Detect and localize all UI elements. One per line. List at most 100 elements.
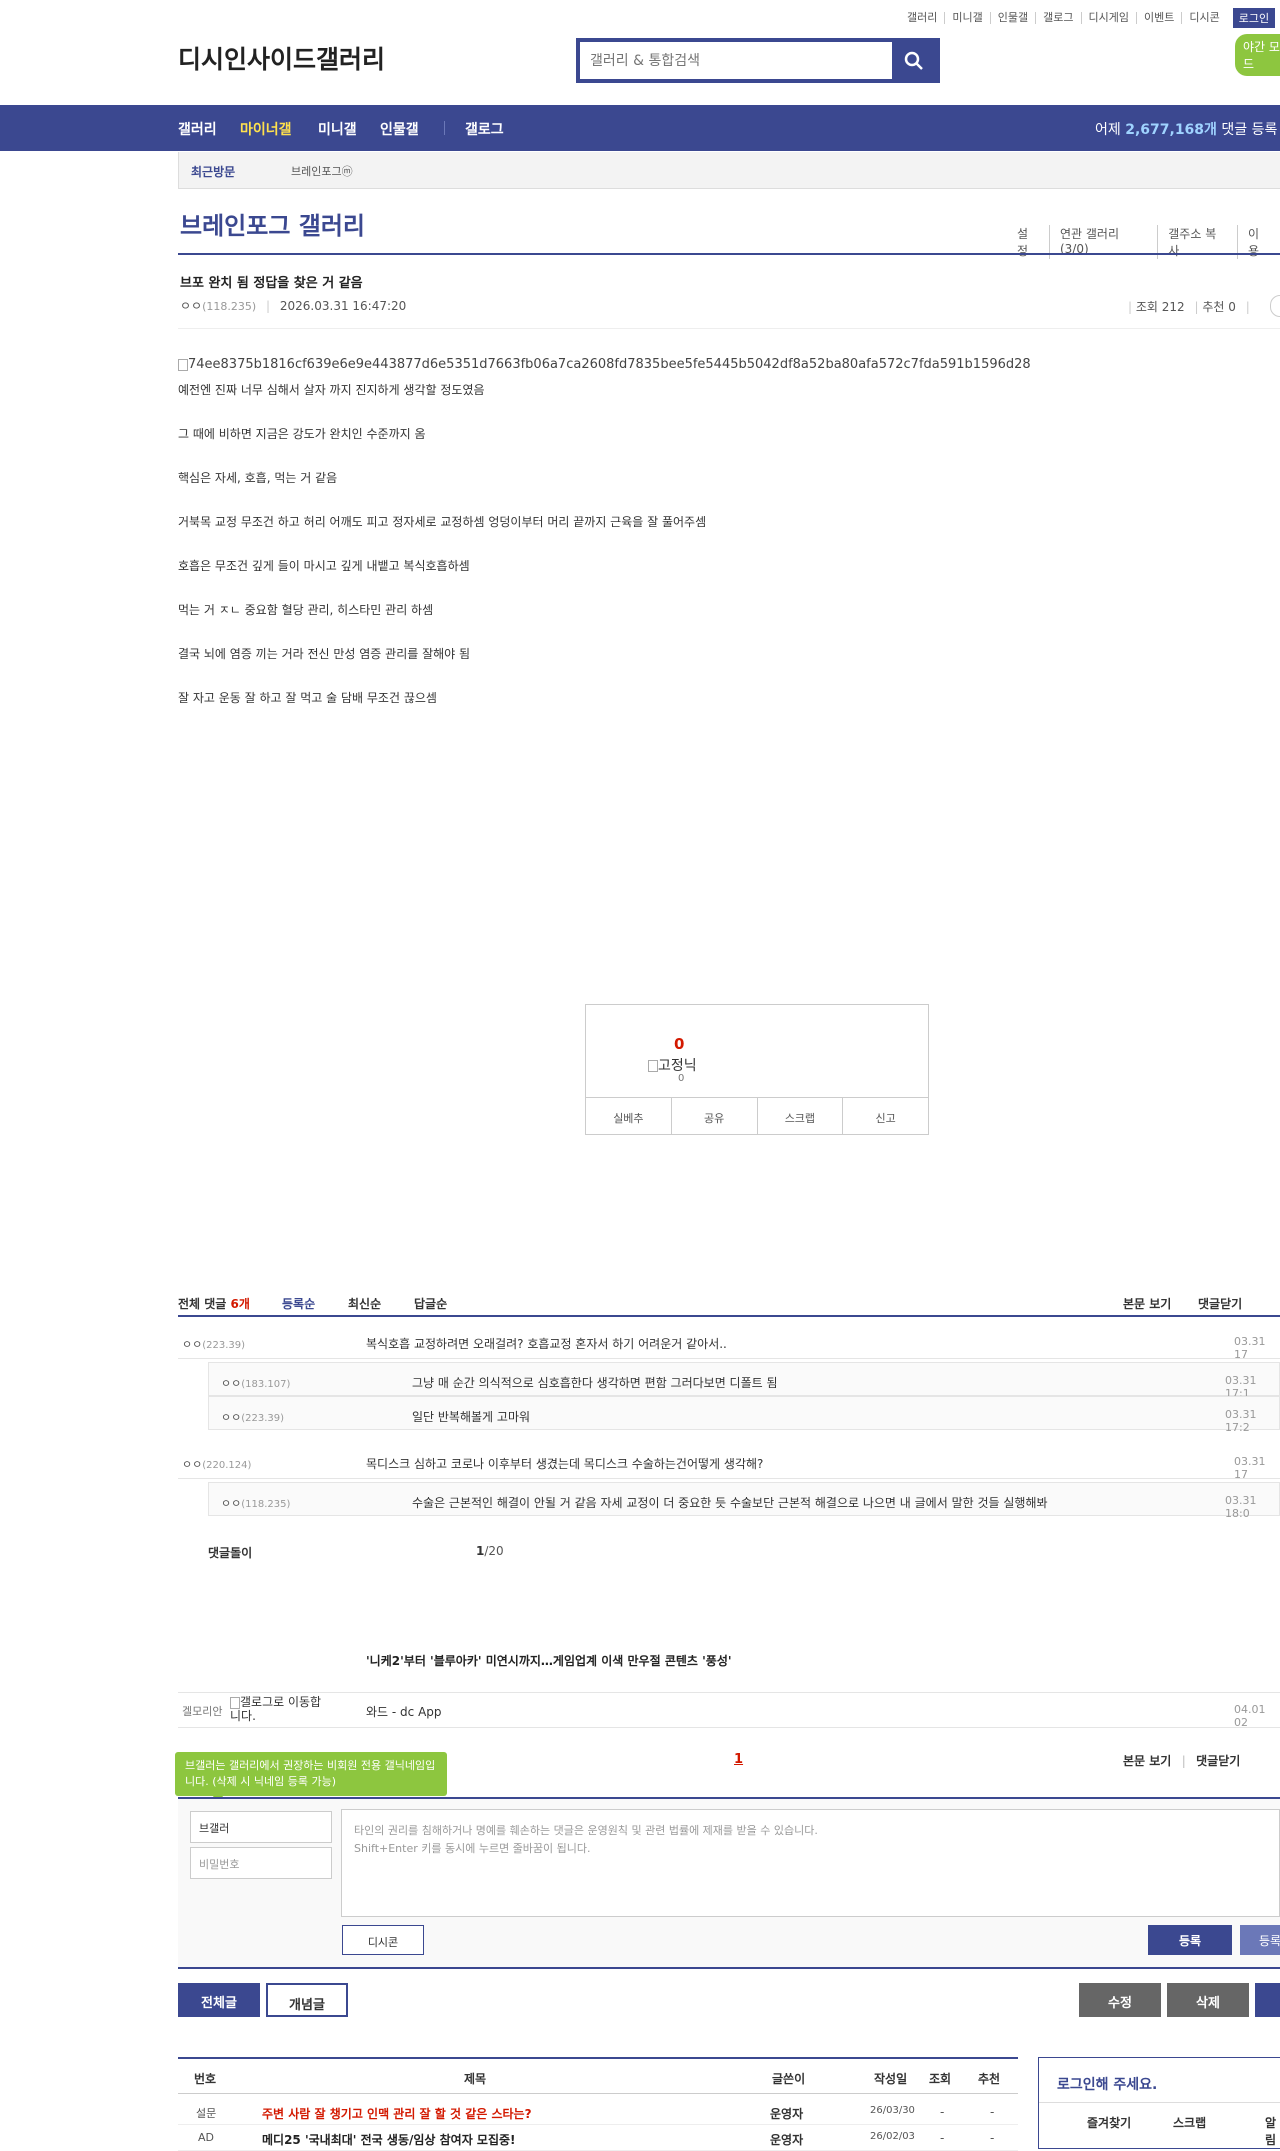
dory-date: 04.01 02 <box>1234 1703 1266 1729</box>
post-line: 결국 뇌에 염증 끼는 거라 전신 만성 염증 관리를 잘해야 됨 <box>178 647 471 661</box>
nav-person-gallery[interactable]: 인물갤 <box>380 119 419 139</box>
dory-text: 와드 - dc App <box>366 1705 442 1719</box>
comment-total-count: 6개 <box>230 1297 250 1311</box>
post-list-header: 번호 제목 글쓴이 작성일 조회 추천 <box>178 2064 1018 2094</box>
post-list-row[interactable]: 설문 주변 사람 잘 챙기고 인맥 관리 잘 할 것 같은 스타는? 운영자 2… <box>178 2099 1018 2125</box>
search-icon <box>904 51 923 70</box>
row-writer[interactable]: 운영자 <box>770 2131 803 2148</box>
comment-jump-button[interactable] <box>1270 295 1280 317</box>
util-link-minigall[interactable]: 미니갤 <box>944 12 989 24</box>
recent-gallery-link[interactable]: 브레인포그ⓜ <box>291 163 353 179</box>
close-comments-link-bottom[interactable]: 댓글닫기 <box>1196 1754 1240 1768</box>
comment-dory-label: 댓글돌이 <box>208 1546 253 1560</box>
delete-button[interactable]: 삭제 <box>1167 1983 1249 2017</box>
row-date: 26/03/30 <box>870 2105 915 2116</box>
comment-text: 복식호흡 교정하려면 오래걸려? 호흡교정 혼자서 하기 어려운거 같아서.. <box>366 1337 727 1351</box>
fixed-nick-alt: 고정닉 <box>658 1058 697 1074</box>
comment-textarea[interactable]: 타인의 권리를 침해하거나 명예를 훼손하는 댓글은 운영원칙 및 관련 법률에… <box>341 1809 1280 1917</box>
view-body-link[interactable]: 본문 보기 <box>1123 1295 1171 1312</box>
util-link-gallog[interactable]: 갤로그 <box>1035 12 1080 24</box>
gallog-icon[interactable]: 갤로그로 이동합니다. <box>230 1695 330 1723</box>
report-button[interactable]: 신고 <box>842 1098 928 1135</box>
comment-text: 그냥 매 순간 의식적으로 심호흡한다 생각하면 편함 그러다보면 디폴트 됨 <box>412 1376 778 1390</box>
password-field[interactable]: 비밀번호 <box>190 1847 332 1879</box>
view-body-link-bottom[interactable]: 본문 보기 <box>1123 1754 1171 1768</box>
post-author-ip: (118.235) <box>202 300 257 313</box>
register-button[interactable]: 등록 <box>1148 1925 1232 1955</box>
stat-suffix: 댓글 등록 <box>1221 122 1278 138</box>
comment-total-label: 전체 댓글 <box>178 1297 227 1311</box>
comment-date: 03.31 18:0 <box>1225 1494 1257 1520</box>
comment-nick[interactable]: ㅇㅇ(118.235) <box>221 1495 290 1511</box>
col-date: 작성일 <box>874 2072 908 2086</box>
fixed-nick-count: 0 <box>678 1073 685 1084</box>
nav-gallog[interactable]: 갤로그 <box>465 119 504 139</box>
fixed-nick-image[interactable]: 고정닉 <box>648 1055 697 1075</box>
login-prompt[interactable]: 로그인해 주세요. <box>1057 2074 1157 2094</box>
util-link-dccon[interactable]: 디시콘 <box>1181 12 1226 24</box>
util-link-dcgame[interactable]: 디시게임 <box>1080 12 1136 24</box>
gallery-title[interactable]: 브레인포그 갤러리 <box>180 206 365 241</box>
comment-nick[interactable]: ㅇㅇ(183.107) <box>221 1375 290 1391</box>
nickname-tooltip: 브갤러는 갤러리에서 권장하는 비회원 전용 갤닉네임입니다. (삭제 시 닉네… <box>175 1752 447 1796</box>
comment-nick[interactable]: ㅇㅇ(223.39) <box>182 1336 245 1352</box>
dccon-button[interactable]: 디시콘 <box>342 1925 424 1955</box>
comment-stat: 어제 2,677,168개 댓글 등록 <box>1095 119 1277 139</box>
col-writer: 글쓴이 <box>772 2072 806 2086</box>
util-link-gallery[interactable]: 갤러리 <box>900 12 944 24</box>
row-writer[interactable]: 운영자 <box>770 2105 803 2122</box>
row-recommend: - <box>990 2131 995 2145</box>
nav-gallery[interactable]: 갤러리 <box>178 119 217 139</box>
row-number: AD <box>198 2131 214 2144</box>
sort-replies[interactable]: 답글순 <box>414 1295 447 1312</box>
search-button[interactable] <box>892 42 936 79</box>
news-link[interactable]: '니케2'부터 '블루아카' 미연시까지…게임업계 이색 만우절 콘텐츠 '풍성… <box>366 1652 732 1669</box>
post-image: 74ee8375b1816cf639e6e9e443877d6e5351d766… <box>178 357 1031 381</box>
comment-date: 03.31 17 <box>1234 1335 1266 1361</box>
nickname-field[interactable]: 브갤러 <box>190 1811 332 1843</box>
night-mode-toggle[interactable]: 야간 모드 <box>1235 34 1280 76</box>
main-nav: 갤러리 마이너갤 미니갤 인물갤 갤로그 어제 2,677,168개 댓글 등록 <box>0 105 1280 151</box>
write-button[interactable] <box>1255 1983 1280 2017</box>
post-views: 조회 212 <box>1135 300 1185 314</box>
sort-registered[interactable]: 등록순 <box>282 1295 315 1312</box>
comment-text: 수술은 근본적인 해결이 안될 거 같음 자세 교정이 더 중요한 듯 수술보단… <box>412 1496 1048 1510</box>
share-button[interactable]: 공유 <box>670 1098 757 1135</box>
alarm-button[interactable]: 알림 <box>1265 2114 1280 2148</box>
nav-mini-gallery[interactable]: 미니갤 <box>318 119 357 139</box>
reply-row: ㅇㅇ(223.39) 일단 반복해볼게 고마워 03.31 17:2 <box>208 1396 1280 1434</box>
favorites-button[interactable]: 즐겨찾기 <box>1087 2114 1131 2131</box>
dory-nick[interactable]: 겔모리안 <box>182 1703 222 1719</box>
row-title[interactable]: 메디25 '국내최대' 전국 생동/임상 참여자 모집중! <box>262 2131 516 2148</box>
textarea-hint-2: Shift+Enter 키를 동시에 누르면 줄바꿈이 됩니다. <box>354 1842 591 1855</box>
comment-nick[interactable]: ㅇㅇ(220.124) <box>182 1456 251 1472</box>
edit-button[interactable]: 수정 <box>1079 1983 1161 2017</box>
util-link-event[interactable]: 이벤트 <box>1135 12 1181 24</box>
login-box: 로그인해 주세요. 즐겨찾기 스크랩 알림 <box>1038 2057 1280 2149</box>
all-posts-button[interactable]: 전체글 <box>178 1983 260 2017</box>
title-rule <box>178 253 1280 255</box>
post-date: 2026.03.31 16:47:20 <box>279 299 407 313</box>
search-box <box>576 38 940 83</box>
scrap-list-button[interactable]: 스크랩 <box>1173 2114 1206 2131</box>
recommend-actions: 실베추 공유 스크랩 신고 <box>586 1097 928 1135</box>
util-link-person[interactable]: 인물갤 <box>989 12 1035 24</box>
real-best-button[interactable]: 실베추 <box>586 1098 671 1135</box>
reply-row: ㅇㅇ(118.235) 수술은 근본적인 해결이 안될 거 같음 자세 교정이 … <box>208 1482 1280 1520</box>
comment-nick[interactable]: ㅇㅇ(223.39) <box>221 1409 284 1425</box>
register-recommend-button[interactable]: 등록 <box>1240 1925 1280 1955</box>
post-recommend: 추천 0 <box>1202 300 1236 314</box>
scrap-button[interactable]: 스크랩 <box>756 1098 843 1135</box>
post-author[interactable]: ㅇㅇ <box>180 299 202 313</box>
login-button[interactable]: 로그인 <box>1232 8 1276 28</box>
nav-minor-gallery[interactable]: 마이너갤 <box>240 119 292 139</box>
comment-page-link[interactable]: 1 <box>734 1752 743 1767</box>
sort-newest[interactable]: 최신순 <box>348 1295 381 1312</box>
row-title[interactable]: 주변 사람 잘 챙기고 인맥 관리 잘 할 것 같은 스타는? <box>262 2105 532 2122</box>
post-list-row[interactable]: AD 메디25 '국내최대' 전국 생동/임상 참여자 모집중! 운영자 26/… <box>178 2125 1018 2151</box>
search-input[interactable] <box>580 42 892 79</box>
close-comments-link[interactable]: 댓글닫기 <box>1198 1295 1242 1312</box>
concept-posts-button[interactable]: 개념글 <box>266 1983 348 2017</box>
site-logo[interactable]: 디시인사이드갤러리 <box>178 40 385 76</box>
comment-bottom-links: 본문 보기 | 댓글닫기 <box>1123 1754 1241 1768</box>
